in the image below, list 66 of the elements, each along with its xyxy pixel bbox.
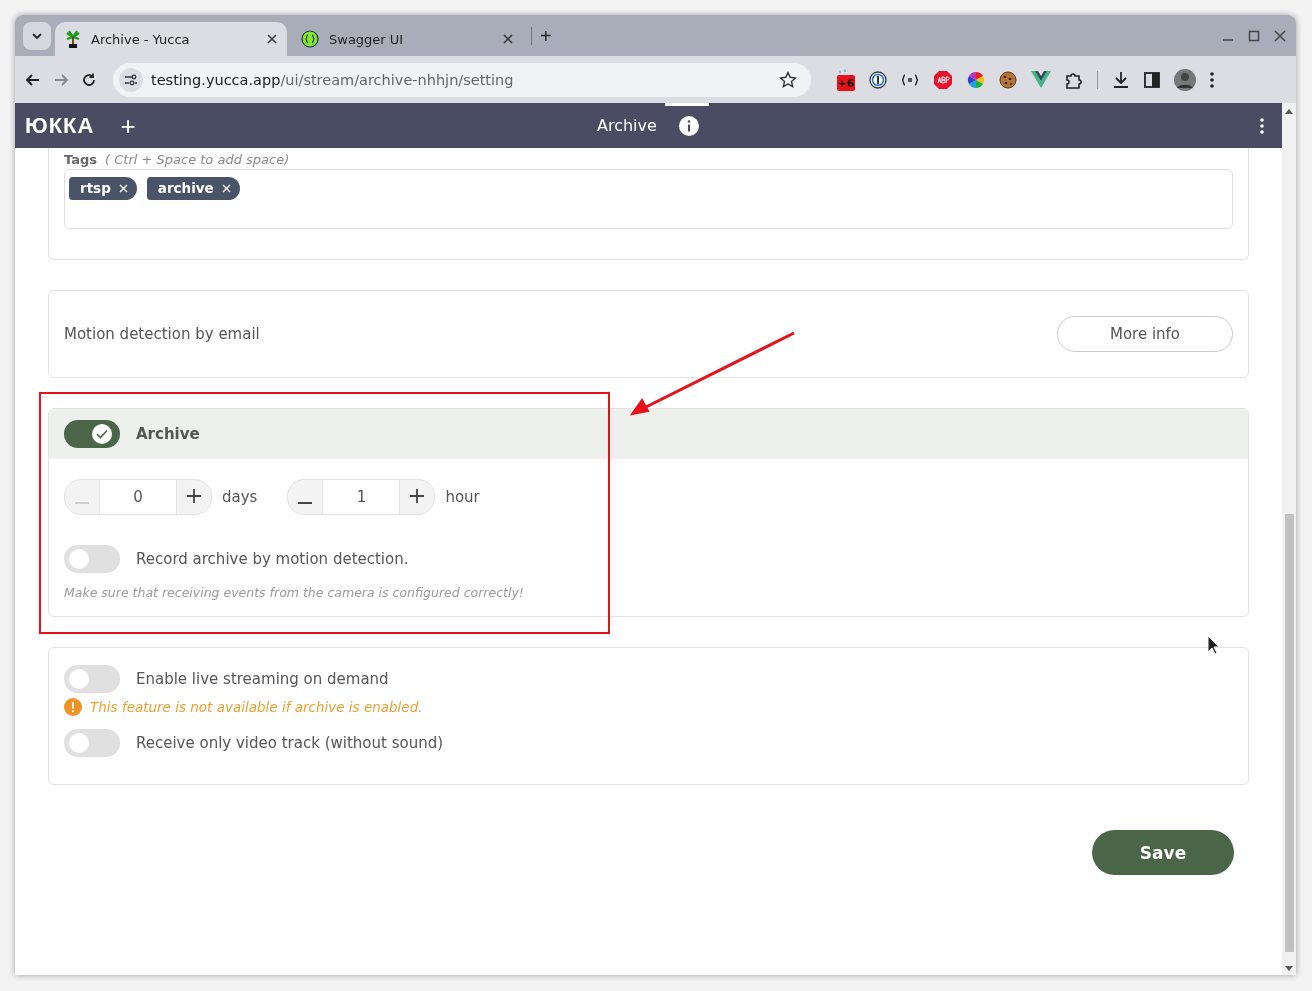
download-icon[interactable] xyxy=(1112,70,1130,89)
field-hint: ( Ctrl + Space to add space) xyxy=(105,152,290,167)
setting-label: Archive xyxy=(136,425,200,443)
page-title: Archive xyxy=(597,116,657,135)
maximize-icon[interactable] xyxy=(1248,29,1260,42)
password-icon[interactable] xyxy=(869,70,887,89)
toggle-switch[interactable] xyxy=(64,729,120,757)
plus-icon xyxy=(186,488,202,504)
chevron-down-icon xyxy=(31,31,43,40)
brand-logo[interactable]: ЮККА xyxy=(25,112,95,139)
address-bar[interactable]: testing.yucca.app/ui/stream/archive-nhhjn/setting xyxy=(113,62,811,97)
setting-label: Receive only video track (without sound) xyxy=(136,734,444,752)
new-tab-button[interactable]: + xyxy=(531,26,560,45)
minus-icon xyxy=(74,502,90,504)
setting-label: Record archive by motion detection. xyxy=(136,550,409,568)
more-info-button[interactable]: More info xyxy=(1057,316,1233,352)
number-stepper[interactable]: 0 xyxy=(64,479,212,515)
menu-icon[interactable] xyxy=(1210,71,1214,88)
cookie-icon[interactable] xyxy=(999,70,1017,89)
field-label: Tags xyxy=(64,152,97,167)
reload-icon[interactable] xyxy=(81,71,97,88)
browser-tab[interactable]: Swagger UI xyxy=(291,22,523,56)
info-icon[interactable] xyxy=(678,115,699,136)
avatar-icon[interactable] xyxy=(1174,68,1196,91)
number-stepper[interactable]: 1 xyxy=(287,479,436,515)
tag-chip[interactable]: archive xyxy=(146,177,240,200)
toggle-switch[interactable] xyxy=(64,545,120,573)
close-icon[interactable] xyxy=(503,34,513,44)
plus-icon xyxy=(409,488,426,504)
forward-icon[interactable] xyxy=(53,71,69,88)
side-panel-icon[interactable] xyxy=(1144,71,1160,88)
setting-label: Enable live streaming on demand xyxy=(136,670,389,688)
braces-icon xyxy=(301,30,319,48)
hint-text: Make sure that receiving events from the camera is configured correctly! xyxy=(63,584,525,602)
toggle-switch[interactable] xyxy=(64,665,120,693)
unit-label: hour xyxy=(445,488,480,506)
warning-text: This feature is not available if archive is enabled. xyxy=(90,699,423,715)
cursor-icon xyxy=(1207,635,1221,655)
toggle-switch[interactable] xyxy=(64,420,120,448)
tags-field[interactable]: rtsp archive xyxy=(64,169,1233,229)
tag-chip[interactable]: rtsp xyxy=(69,177,137,200)
warning-icon xyxy=(64,698,82,716)
palm-icon xyxy=(65,30,81,48)
number-field[interactable]: 1 xyxy=(322,480,401,514)
number-field[interactable]: 0 xyxy=(99,480,177,514)
puzzle-icon[interactable] xyxy=(1065,70,1083,89)
scroll-down-icon[interactable] xyxy=(1285,966,1293,972)
stop-sign-icon[interactable] xyxy=(933,69,953,90)
v-logo-icon[interactable] xyxy=(1031,71,1051,88)
add-button[interactable]: + xyxy=(120,112,136,139)
braces-icon[interactable] xyxy=(901,73,919,86)
site-settings-icon[interactable] xyxy=(119,67,143,92)
color-wheel-icon[interactable] xyxy=(967,70,985,89)
back-icon[interactable] xyxy=(25,71,41,88)
star-icon[interactable] xyxy=(779,70,797,89)
menu-icon[interactable] xyxy=(1260,117,1264,134)
scrollbar[interactable] xyxy=(1282,103,1296,975)
scroll-up-icon[interactable] xyxy=(1285,108,1293,114)
tab-list-button[interactable] xyxy=(23,21,51,50)
minus-icon xyxy=(297,502,314,504)
setting-label: Motion detection by email xyxy=(64,325,260,343)
browser-tab[interactable]: Archive - Yucca xyxy=(55,22,287,56)
close-icon[interactable] xyxy=(267,34,277,44)
close-icon[interactable] xyxy=(1274,29,1286,42)
unit-label: days xyxy=(222,488,258,506)
save-button[interactable]: Save xyxy=(1092,830,1234,875)
